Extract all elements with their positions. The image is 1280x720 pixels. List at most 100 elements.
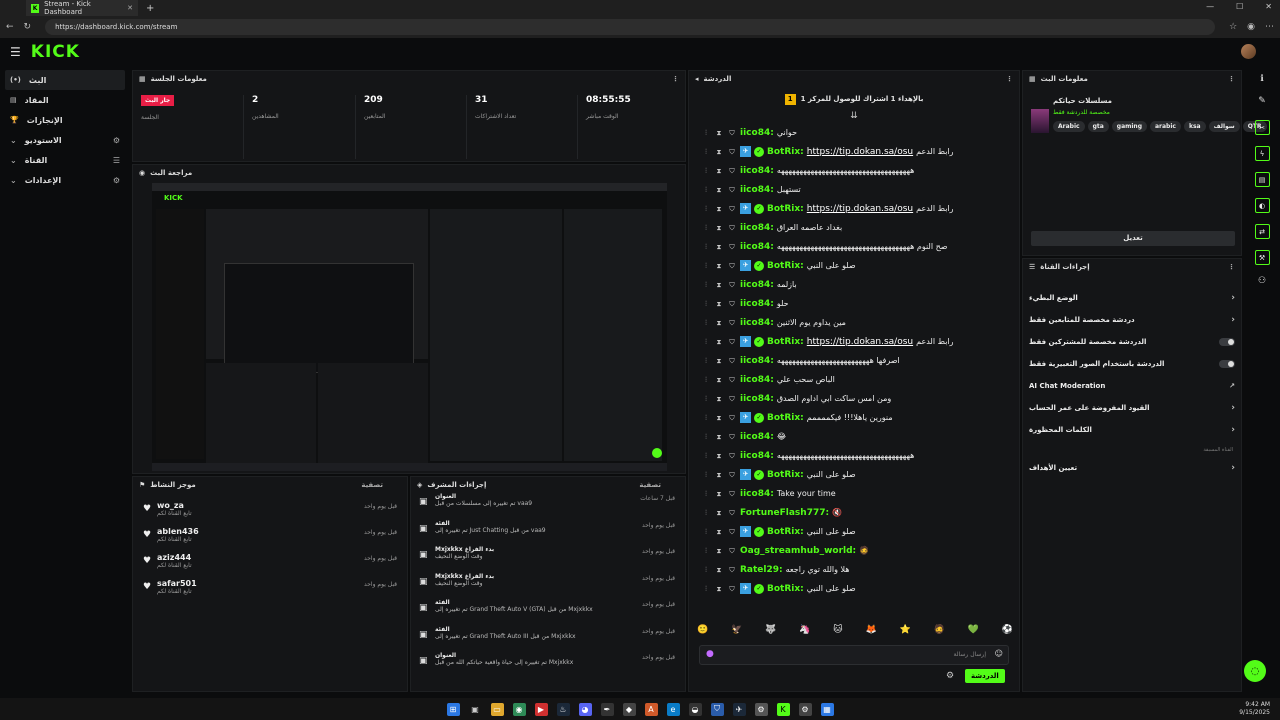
chat-username[interactable]: iico84:: [740, 166, 774, 176]
file-explorer-icon[interactable]: ▭: [490, 702, 504, 716]
steam-icon[interactable]: ♨: [556, 702, 570, 716]
sidebar-item[interactable]: ▤ المقاد: [0, 90, 130, 110]
emote-icon[interactable]: ⚽: [1002, 625, 1013, 639]
timeout-icon[interactable]: ⧗: [714, 375, 724, 385]
chat-username[interactable]: iico84:: [740, 432, 774, 442]
chat-message[interactable]: ⫶ ⧗ ⛉ Oag_streamhub_world: 🧔: [689, 541, 1019, 560]
chat-message[interactable]: ⫶ ⧗ ⛉ FortuneFlash777: 🔇: [689, 503, 1019, 522]
chat-message[interactable]: ⫶ ⧗ ⛉ ✈ ✓ BotRix: منورين ياهلا!!! فيكممممم: [689, 408, 1019, 427]
chat-username[interactable]: Oag_streamhub_world:: [740, 546, 856, 556]
chat-message[interactable]: ⫶ ⧗ ⛉ iico84: اصرفها ههههههههههههههههههههههه…: [689, 351, 1019, 370]
sidebar-item[interactable]: ⌄ الإعدادات ⚙: [0, 170, 130, 190]
chat-username[interactable]: BotRix:: [767, 261, 804, 271]
timeout-icon[interactable]: ⧗: [714, 223, 724, 233]
timeout-icon[interactable]: ⧗: [714, 432, 724, 442]
favorite-icon[interactable]: ☆: [1229, 22, 1237, 32]
minimize-icon[interactable]: —: [1206, 2, 1214, 11]
pin-icon[interactable]: ⫶: [701, 261, 711, 271]
chat-settings-icon[interactable]: ⚙: [946, 671, 954, 681]
app-icon[interactable]: ▦: [820, 702, 834, 716]
timeout-icon[interactable]: ⧗: [714, 166, 724, 176]
chat-username[interactable]: iico84:: [740, 223, 774, 233]
pin-icon[interactable]: ⫶: [701, 375, 711, 385]
timeout-icon[interactable]: ⧗: [714, 356, 724, 366]
timeout-icon[interactable]: ⧗: [714, 299, 724, 309]
chat-menu-icon[interactable]: ⋮: [1006, 75, 1013, 83]
channel-action[interactable]: الدردشة مخصصة للمشتركين فقط: [1023, 331, 1241, 353]
timeout-icon[interactable]: ⧗: [714, 546, 724, 556]
channel-action[interactable]: الدردشة باستخدام الصور التعبيرية فقط: [1023, 353, 1241, 375]
sidebar-item[interactable]: ⌄ القناة ☰: [0, 150, 130, 170]
pin-icon[interactable]: ⫶: [701, 128, 711, 138]
system-tray[interactable]: 9:42 AM 9/15/2025: [1239, 701, 1270, 717]
timeout-icon[interactable]: ⧗: [714, 489, 724, 499]
chat-message[interactable]: ⫶ ⧗ ⛉ iico84: حلو: [689, 294, 1019, 313]
chat-username[interactable]: BotRix:: [767, 527, 804, 537]
url-field[interactable]: https://dashboard.kick.com/stream: [45, 19, 1216, 35]
pin-icon[interactable]: ⫶: [701, 280, 711, 290]
timeout-icon[interactable]: ⧗: [714, 204, 724, 214]
emote-icon[interactable]: ⭐: [900, 625, 911, 639]
scroll-down-icon[interactable]: ⇊: [689, 111, 1019, 123]
pin-icon[interactable]: ⫶: [701, 527, 711, 537]
maximize-icon[interactable]: ☐: [1236, 2, 1243, 11]
panel-menu-icon[interactable]: ⋮: [672, 75, 679, 83]
pin-icon[interactable]: ⫶: [701, 204, 711, 214]
chat-username[interactable]: iico84:: [740, 280, 774, 290]
kick-logo[interactable]: KICK: [31, 42, 80, 62]
chat-username[interactable]: iico84:: [740, 394, 774, 404]
pin-icon[interactable]: ⫶: [701, 508, 711, 518]
chat-message[interactable]: ⫶ ⧗ ⛉ iico84: 😂: [689, 427, 1019, 446]
emoji-picker-icon[interactable]: ☺: [995, 649, 1003, 658]
tab-close-icon[interactable]: ✕: [127, 4, 133, 12]
timeout-icon[interactable]: ⧗: [714, 261, 724, 271]
chat-message[interactable]: ⫶ ⧗ ⛉ iico84: هههههههههههههههههههههههههههههه…: [689, 446, 1019, 465]
sidebar-item[interactable]: ⌄ الاستوديو ⚙: [0, 130, 130, 150]
chat-tool-icon[interactable]: ◐: [1254, 198, 1270, 213]
chat-message[interactable]: ⫶ ⧗ ⛉ iico84: هههههههههههههههههههههههههههههه…: [689, 161, 1019, 180]
emote-icon[interactable]: 🦅: [731, 625, 742, 639]
pin-icon[interactable]: ⫶: [701, 546, 711, 556]
pin-icon[interactable]: ⫶: [701, 242, 711, 252]
pin-icon[interactable]: ⫶: [701, 584, 711, 594]
emote-icon[interactable]: 🐺: [765, 625, 776, 639]
channel-action[interactable]: القيود المفروضة على عمر الحساب ›: [1023, 397, 1241, 419]
chat-message[interactable]: ⫶ ⧗ ⛉ ✈ ✓ BotRix: صلو على النبي: [689, 465, 1019, 484]
channel-action[interactable]: الكلمات المحظورة ›: [1023, 419, 1241, 441]
timeout-icon[interactable]: ⧗: [714, 527, 724, 537]
app-icon[interactable]: A: [644, 702, 658, 716]
chat-message[interactable]: ⫶ ⧗ ⛉ iico84: Take your time: [689, 484, 1019, 503]
pin-icon[interactable]: ⫶: [701, 565, 711, 575]
shield-app-icon[interactable]: ⛉: [710, 702, 724, 716]
clip-tool-icon[interactable]: ✂: [1254, 120, 1270, 135]
chat-message[interactable]: ⫶ ⧗ ⛉ ✈ ✓ BotRix: صلو على النبي: [689, 256, 1019, 275]
link-tool-icon[interactable]: ⇄: [1254, 224, 1270, 239]
users-icon[interactable]: ⚇: [1248, 276, 1276, 286]
chat-message[interactable]: ⫶ ⧗ ⛉ ✈ ✓ BotRix: https://tip.dokan.sa/osu رابط…: [689, 332, 1019, 351]
chat-message[interactable]: ⫶ ⧗ ⛉ iico84: حواني: [689, 123, 1019, 142]
chat-username[interactable]: BotRix:: [767, 470, 804, 480]
channel-action[interactable]: AI Chat Moderation ↗: [1023, 375, 1241, 397]
chat-username[interactable]: iico84:: [740, 356, 774, 366]
app-icon[interactable]: ◒: [688, 702, 702, 716]
chat-message[interactable]: ⫶ ⧗ ⛉ iico84: مين يداوم يوم الاثنين: [689, 313, 1019, 332]
timeout-icon[interactable]: ⧗: [714, 128, 724, 138]
chat-username[interactable]: BotRix:: [767, 147, 804, 157]
pin-icon[interactable]: ⫶: [701, 185, 711, 195]
emote-icon[interactable]: 🦄: [799, 625, 810, 639]
chat-message[interactable]: ⫶ ⧗ ⛉ iico84: تستهبل: [689, 180, 1019, 199]
chat-username[interactable]: BotRix:: [767, 584, 804, 594]
mic-icon[interactable]: ●: [706, 649, 714, 659]
chat-message[interactable]: ⫶ ⧗ ⛉ iico84: بازلمه: [689, 275, 1019, 294]
toggle-switch[interactable]: [1219, 338, 1235, 346]
hamburger-menu-icon[interactable]: ☰: [10, 45, 21, 59]
new-tab-icon[interactable]: +: [146, 3, 154, 14]
chat-username[interactable]: iico84:: [740, 128, 774, 138]
chat-message[interactable]: ⫶ ⧗ ⛉ ✈ ✓ BotRix: https://tip.dokan.sa/osu رابط…: [689, 199, 1019, 218]
chat-username[interactable]: iico84:: [740, 299, 774, 309]
app-icon[interactable]: ◆: [622, 702, 636, 716]
profile-icon[interactable]: ◉: [1247, 22, 1255, 32]
edge-icon[interactable]: e: [666, 702, 680, 716]
chat-username[interactable]: iico84:: [740, 318, 774, 328]
document-tool-icon[interactable]: ▤: [1254, 172, 1270, 187]
